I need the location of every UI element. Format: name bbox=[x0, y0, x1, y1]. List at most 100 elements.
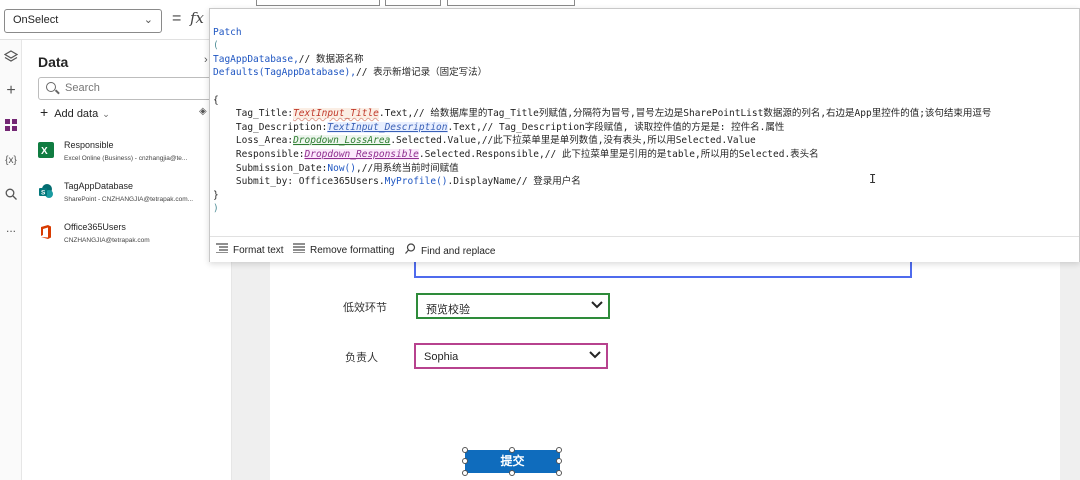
code-line: ) bbox=[213, 203, 219, 215]
code-line: } bbox=[213, 189, 219, 201]
code-token: .Text,// Tag_Description字段赋值, 读取控件值的方是是:… bbox=[447, 121, 785, 133]
find-replace-button[interactable]: Find and replace bbox=[405, 243, 496, 257]
formula-editor[interactable]: Patch(TagAppDatabase,// 数据源名称 Defaults(Ta… bbox=[209, 8, 1080, 262]
remove-formatting-label: Remove formatting bbox=[310, 245, 395, 256]
search-icon bbox=[46, 82, 56, 92]
format-text-button[interactable]: Format text bbox=[216, 243, 284, 256]
equals-sign: = bbox=[172, 10, 182, 27]
dropdown-value: Sophia bbox=[424, 351, 459, 363]
add-data-label: Add data bbox=[54, 108, 99, 120]
resize-handle[interactable] bbox=[556, 447, 562, 453]
dropdown-value: 预览校验 bbox=[426, 304, 470, 316]
code-token: Tag_Title: bbox=[213, 108, 294, 120]
code-line: Tag_Description:TextInput_Description.Te… bbox=[213, 121, 991, 135]
svg-text:S: S bbox=[41, 190, 46, 197]
chevron-down-icon: ⌄ bbox=[102, 109, 110, 119]
resize-handle[interactable] bbox=[556, 470, 562, 476]
format-text-icon bbox=[216, 243, 228, 256]
code-line: Defaults(TagAppDatabase),// 表示新增记录（固定写法） bbox=[213, 66, 991, 80]
code-line: Tag_Title:TextInput_Title.Text,// 给数据库里的… bbox=[213, 107, 991, 121]
office-icon bbox=[38, 224, 54, 240]
editor-toolbar: Format text Remove formatting Find and r… bbox=[210, 236, 1079, 262]
code-line: Responsible:Dropdown_Responsible.Selecte… bbox=[213, 148, 991, 162]
control-ref-dropdown-lossarea: Dropdown_LossArea bbox=[293, 135, 391, 147]
chevron-down-icon bbox=[588, 348, 601, 360]
loss-area-label: 低效环节 bbox=[343, 302, 387, 314]
code-token: .Selected.Value,//此下拉菜单里是单列数值,没有表头,所以用Se… bbox=[390, 135, 756, 147]
code-comment: // 表示新增记录（固定写法） bbox=[356, 67, 488, 79]
chevron-down-icon: ⌄ bbox=[143, 14, 153, 26]
svg-text:X: X bbox=[41, 146, 48, 157]
power-apps-studio: OnSelect ⌄ = fx + {x} ... Data Search + A… bbox=[0, 0, 1080, 480]
code-function: MyProfile() bbox=[384, 176, 448, 188]
plus-icon: + bbox=[40, 104, 49, 120]
filter-icon[interactable]: ◈ bbox=[199, 106, 207, 117]
resize-handle[interactable] bbox=[509, 470, 515, 476]
data-source-name: TagAppDatabase bbox=[64, 181, 134, 191]
dropdown-loss-area[interactable]: 预览校验 bbox=[416, 293, 610, 319]
property-select[interactable]: OnSelect ⌄ bbox=[4, 9, 162, 33]
code-line: Patch bbox=[213, 26, 242, 38]
panel-title: Data bbox=[38, 54, 69, 70]
dropdown-responsible[interactable]: Sophia bbox=[414, 343, 608, 369]
code-token: Defaults(TagAppDatabase), bbox=[213, 67, 356, 79]
toolbar-tab-stub[interactable] bbox=[256, 0, 380, 6]
data-source-detail: SharePoint - CNZHANGJIA@tetrapak.com... bbox=[64, 196, 194, 203]
data-search-input[interactable]: Search bbox=[38, 77, 228, 100]
fx-icon[interactable]: fx bbox=[190, 9, 204, 27]
variables-icon[interactable]: {x} bbox=[3, 153, 19, 169]
data-source-detail: Excel Online (Business) - cnzhangjia@te.… bbox=[64, 155, 188, 162]
code-line: Loss_Area:Dropdown_LossArea.Selected.Val… bbox=[213, 134, 991, 148]
data-source-item[interactable]: Office365Users CNZHANGJIA@tetrapak.com bbox=[38, 218, 228, 258]
control-ref-dropdown-responsible: Dropdown_Responsible bbox=[304, 148, 419, 160]
grid-icon[interactable] bbox=[3, 119, 19, 135]
remove-formatting-button[interactable]: Remove formatting bbox=[293, 243, 394, 256]
code-token: Responsible: bbox=[213, 148, 305, 160]
app-screen[interactable] bbox=[270, 262, 1060, 480]
search-icon[interactable] bbox=[3, 188, 19, 204]
code-comment: // 数据源名称 bbox=[298, 53, 364, 65]
property-value: OnSelect bbox=[13, 14, 59, 26]
code-token: .DisplayName// 登录用户名 bbox=[447, 176, 581, 188]
data-source-name: Office365Users bbox=[64, 222, 126, 232]
code-token: Submission_Date: bbox=[213, 162, 328, 174]
text-cursor-icon: I bbox=[869, 172, 877, 186]
resize-handle[interactable] bbox=[462, 470, 468, 476]
resize-handle[interactable] bbox=[462, 458, 468, 464]
chevron-right-icon[interactable]: › bbox=[204, 54, 208, 66]
resize-handle[interactable] bbox=[462, 447, 468, 453]
data-source-name: Responsible bbox=[64, 140, 114, 150]
code-line: TagAppDatabase,// 数据源名称 bbox=[213, 53, 991, 67]
code-token: Loss_Area: bbox=[213, 135, 294, 147]
left-rail: + {x} ... bbox=[0, 40, 22, 480]
search-icon bbox=[405, 243, 416, 257]
control-ref-textinput-title: TextInput_Title bbox=[293, 108, 379, 120]
resize-handle[interactable] bbox=[556, 458, 562, 464]
code-token: .Text,// 给数据库里的Tag_Title列赋值,分隔符为冒号,冒号左边是… bbox=[378, 108, 992, 120]
data-source-detail: CNZHANGJIA@tetrapak.com bbox=[64, 237, 150, 244]
code-function: Now() bbox=[327, 162, 356, 174]
add-data-button[interactable]: + Add data ⌄ bbox=[40, 104, 110, 120]
chevron-down-icon bbox=[590, 298, 603, 310]
code-token: ,//用系统当前时间赋值 bbox=[356, 162, 459, 174]
toolbar-tab-stub[interactable] bbox=[385, 0, 441, 6]
remove-formatting-icon bbox=[293, 243, 305, 256]
excel-icon: X bbox=[38, 142, 54, 158]
toolbar-tab-stub[interactable] bbox=[447, 0, 575, 6]
code-line: ( bbox=[213, 40, 219, 52]
plus-icon[interactable]: + bbox=[3, 83, 19, 99]
format-text-label: Format text bbox=[233, 245, 284, 256]
data-source-item[interactable]: S TagAppDatabase SharePoint - CNZHANGJIA… bbox=[38, 177, 228, 217]
more-icon[interactable]: ... bbox=[3, 220, 19, 236]
layers-icon[interactable] bbox=[3, 50, 19, 66]
data-source-item[interactable]: X Responsible Excel Online (Business) - … bbox=[38, 136, 228, 176]
control-ref-textinput-description: TextInput_Description bbox=[327, 121, 448, 133]
code-token: Submit_by: Office365Users. bbox=[213, 176, 385, 188]
code-token: TagAppDatabase, bbox=[213, 53, 299, 65]
code-token: .Selected.Responsible,// 此下拉菜单里是引用的是tabl… bbox=[418, 148, 819, 160]
resize-handle[interactable] bbox=[509, 447, 515, 453]
code-token: Tag_Description: bbox=[213, 121, 328, 133]
code-line: { bbox=[213, 94, 219, 106]
search-placeholder: Search bbox=[65, 82, 100, 94]
